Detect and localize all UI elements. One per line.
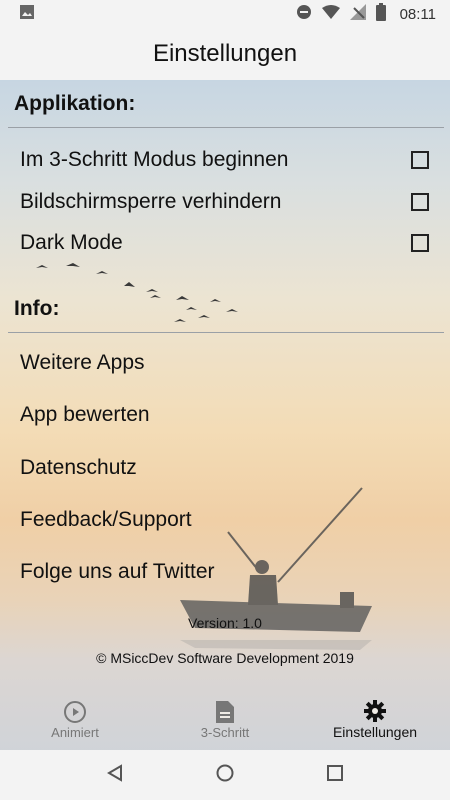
copyright-text: © MSiccDev Software Development 2019 <box>96 650 354 666</box>
battery-icon <box>375 2 386 26</box>
link-label: Feedback/Support <box>20 508 192 531</box>
system-nav-bar <box>0 750 450 800</box>
wifi-icon <box>321 4 340 24</box>
link-label: App bewerten <box>20 403 150 426</box>
status-time: 08:11 <box>399 5 436 23</box>
option-label: Bildschirmsperre verhindern <box>20 190 282 213</box>
divider <box>8 127 444 128</box>
link-more-apps[interactable]: Weitere Apps <box>20 345 434 381</box>
do-not-disturb-icon <box>296 4 312 25</box>
tab-3-schritt[interactable]: 3-Schritt <box>150 688 300 750</box>
document-icon <box>216 699 234 725</box>
status-bar: 08:11 <box>0 0 450 28</box>
link-follow-twitter[interactable]: Folge uns auf Twitter <box>20 554 434 590</box>
version-text: Version: 1.0 <box>188 615 262 631</box>
title-bar: Einstellungen <box>0 28 450 80</box>
link-rate-app[interactable]: App bewerten <box>20 397 434 433</box>
option-dark-mode[interactable]: Dark Mode <box>20 225 434 261</box>
tab-label: Animiert <box>51 724 99 740</box>
tab-label: Einstellungen <box>332 724 418 740</box>
link-label: Folge uns auf Twitter <box>20 560 215 583</box>
page-title: Einstellungen <box>152 40 298 67</box>
play-circle-icon <box>63 699 87 725</box>
no-signal-icon <box>349 3 366 25</box>
link-feedback-support[interactable]: Feedback/Support <box>20 502 434 538</box>
tab-einstellungen[interactable]: Einstellungen <box>300 688 450 750</box>
gear-icon <box>363 698 387 724</box>
option-label: Dark Mode <box>20 231 123 254</box>
tab-animiert[interactable]: Animiert <box>0 688 150 750</box>
tab-label: 3-Schritt <box>200 724 250 740</box>
recents-icon[interactable] <box>327 764 344 786</box>
option-start-3-step-mode[interactable]: Im 3-Schritt Modus beginnen <box>20 142 434 178</box>
start-3-step-checkbox[interactable] <box>411 151 429 169</box>
prevent-screen-lock-checkbox[interactable] <box>411 193 429 211</box>
link-label: Datenschutz <box>20 456 137 479</box>
link-label: Weitere Apps <box>20 351 145 374</box>
link-privacy[interactable]: Datenschutz <box>20 450 434 486</box>
option-label: Im 3-Schritt Modus beginnen <box>20 148 289 171</box>
dark-mode-checkbox[interactable] <box>411 234 429 252</box>
back-icon[interactable] <box>106 763 123 787</box>
bottom-tab-bar: Animiert 3-Schritt Einstellungen <box>0 688 450 750</box>
divider <box>8 332 444 333</box>
section-header-info: Info: <box>14 297 60 320</box>
birds-illustration <box>36 263 238 322</box>
home-icon[interactable] <box>216 764 234 787</box>
section-header-applikation: Applikation: <box>14 92 136 115</box>
image-icon <box>20 4 34 24</box>
option-prevent-screen-lock[interactable]: Bildschirmsperre verhindern <box>20 184 434 220</box>
